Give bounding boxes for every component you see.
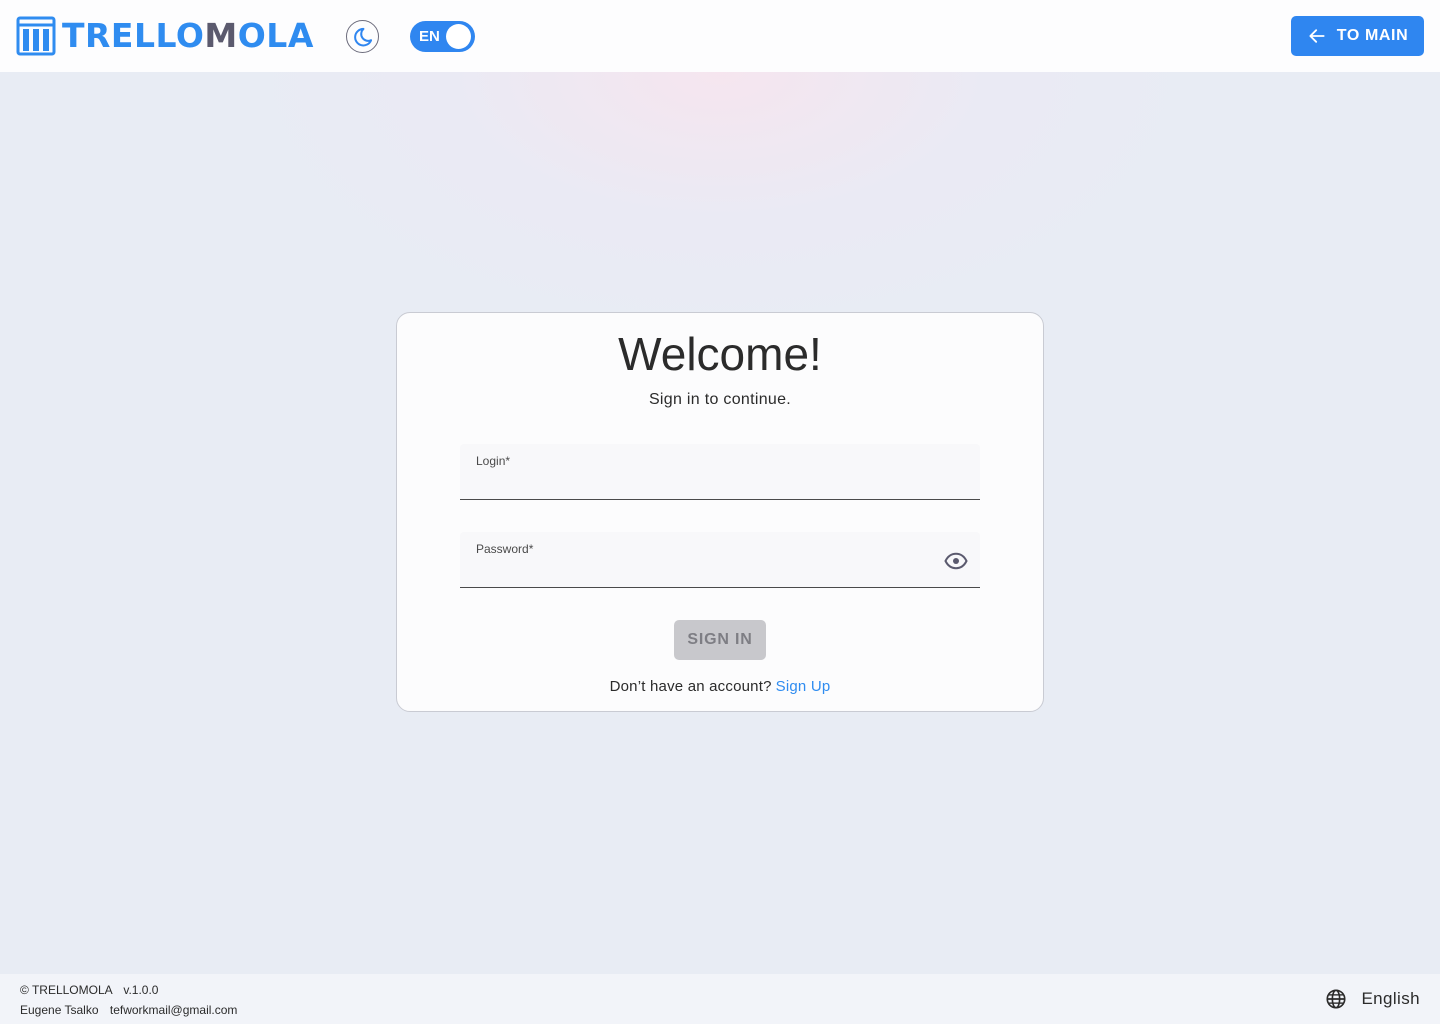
language-switch[interactable]: EN [410, 21, 475, 52]
to-main-label: TO MAIN [1336, 27, 1409, 44]
footer-language-selector[interactable]: English [1325, 988, 1420, 1010]
language-switch-knob [446, 24, 471, 49]
login-field[interactable]: Login* [460, 444, 980, 500]
no-account-line: Don’t have an account? Sign Up [397, 678, 1043, 695]
language-switch-label: EN [419, 28, 440, 45]
footer-email[interactable]: tefworkmail@gmail.com [110, 1003, 238, 1017]
globe-icon [1326, 989, 1346, 1009]
theme-toggle-button[interactable] [346, 20, 379, 53]
eye-icon[interactable] [944, 549, 968, 573]
background-glow [240, 72, 1200, 332]
sign-in-label: SIGN IN [687, 631, 753, 648]
password-input[interactable] [476, 558, 916, 584]
login-input[interactable] [476, 470, 916, 496]
footer-copyright-line: © TRELLOMOLA v.1.0.0 [20, 983, 158, 997]
sign-up-link[interactable]: Sign Up [776, 678, 831, 695]
app-footer: © TRELLOMOLA v.1.0.0 Eugene Tsalko tefwo… [0, 974, 1440, 1024]
footer-author[interactable]: Eugene Tsalko [20, 1003, 99, 1017]
logo-board-icon [16, 16, 56, 56]
no-account-text: Don’t have an account? [609, 678, 772, 695]
logo-text-part2: M [204, 16, 238, 55]
footer-version: v.1.0.0 [123, 983, 159, 997]
login-field-label: Login* [476, 454, 511, 468]
welcome-title: Welcome! [618, 328, 822, 380]
footer-author-line: Eugene Tsalko tefworkmail@gmail.com [20, 1003, 237, 1017]
password-field[interactable]: Password* [460, 532, 980, 588]
logo-text: TRELLOMOLA [62, 16, 314, 56]
to-main-button[interactable]: TO MAIN [1291, 16, 1424, 56]
arrow-left-icon [1309, 29, 1325, 43]
sign-in-button[interactable]: SIGN IN [674, 620, 766, 660]
app-logo[interactable]: TRELLOMOLA [16, 16, 314, 56]
moon-icon [353, 27, 372, 46]
sign-in-card: Welcome! Sign in to continue. Login* Pas… [396, 312, 1044, 712]
password-field-label: Password* [476, 542, 534, 556]
logo-text-part1: TRELLO [62, 16, 205, 55]
logo-text-part3: OLA [237, 16, 314, 55]
app-header: TRELLOMOLA EN TO MAIN [0, 0, 1440, 72]
footer-language-label: English [1361, 989, 1420, 1008]
footer-copyright: © TRELLOMOLA [20, 983, 112, 997]
welcome-subtitle: Sign in to continue. [648, 391, 792, 408]
